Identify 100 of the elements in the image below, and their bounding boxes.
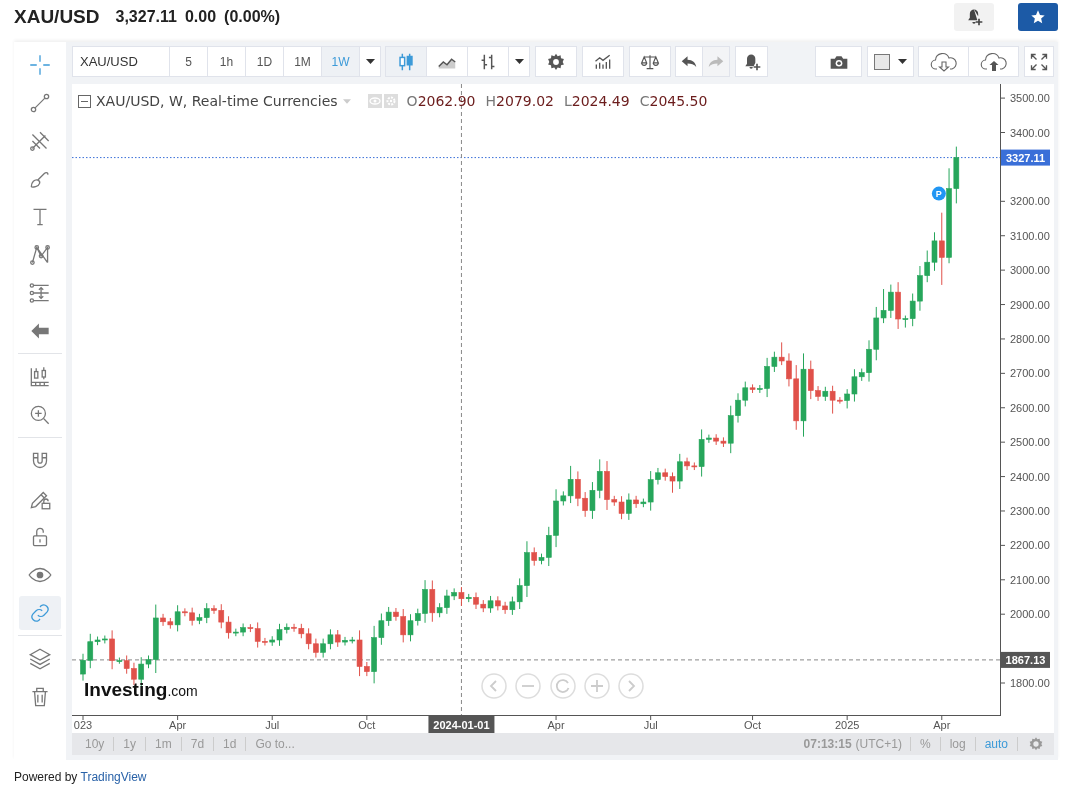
- symbol-title: XAU/USD: [14, 6, 100, 28]
- settings-button[interactable]: [535, 46, 577, 77]
- price-axis-label: 1800.00: [1010, 677, 1050, 689]
- caret-icon: [365, 59, 375, 64]
- price-axis-label: 2900.00: [1010, 298, 1050, 311]
- price-axis-label: 3000.00: [1010, 264, 1050, 277]
- candlestick: [626, 492, 632, 521]
- undo-button[interactable]: [675, 46, 703, 77]
- cloud-upload-icon: [979, 51, 1008, 72]
- time-axis-label: Jul: [265, 719, 280, 731]
- candlestick: [676, 453, 683, 490]
- cloud-download-icon: [929, 51, 958, 72]
- legend-value: 2024.49: [571, 93, 630, 109]
- last-price: 3,327.11: [115, 8, 177, 26]
- range-button[interactable]: 1d: [214, 737, 246, 751]
- interval-button[interactable]: 1D: [245, 46, 284, 77]
- price-axis-label: 3200.00: [1010, 195, 1050, 208]
- interval-button[interactable]: 1h: [207, 46, 246, 77]
- price-axis-label: 2200.00: [1010, 539, 1050, 552]
- chart-type-button[interactable]: [426, 46, 468, 77]
- range-button[interactable]: 1m: [146, 737, 181, 751]
- legend-title: XAU/USD, W, Real-time Currencies: [96, 93, 338, 109]
- time-axis-label: Oct: [358, 719, 376, 731]
- legend-value-label: L: [563, 93, 572, 109]
- settings-icon: [546, 51, 566, 72]
- symbol-field[interactable]: XAU/USD: [72, 46, 170, 77]
- time-axis-label: Apr: [169, 719, 187, 731]
- range-button[interactable]: 7d: [181, 737, 214, 751]
- interval-button[interactable]: 5: [169, 46, 208, 77]
- time-axis-label: Apr: [547, 719, 565, 731]
- range-button[interactable]: 1y: [114, 737, 146, 751]
- price-axis-label: 3500.00: [1010, 92, 1050, 105]
- scale-option-button[interactable]: %: [910, 737, 940, 751]
- price-axis-label: 2500.00: [1010, 436, 1050, 449]
- price-axis-label: 2800.00: [1010, 332, 1050, 345]
- tradingview-link[interactable]: TradingView: [80, 770, 147, 784]
- price-axis-label: 2300.00: [1010, 504, 1050, 517]
- add-alert-button[interactable]: [954, 3, 994, 31]
- legend-value-label: H: [485, 93, 497, 109]
- legend-value-label: C: [639, 93, 650, 109]
- settings-icon[interactable]: [1028, 736, 1044, 752]
- compare-button[interactable]: [629, 46, 671, 77]
- price-axis-label: 2700.00: [1010, 367, 1050, 380]
- price-axis-label: 2100.00: [1010, 573, 1050, 586]
- clock-time: 07:13:15: [803, 737, 852, 751]
- price-change-percent: (0.00%): [224, 8, 281, 26]
- indicators-button[interactable]: [582, 46, 624, 77]
- caret-icon: [898, 59, 907, 64]
- legend-value-label: O: [406, 93, 418, 109]
- alert-button[interactable]: [735, 46, 768, 77]
- marker-badge[interactable]: P: [931, 186, 946, 201]
- screenshot-button[interactable]: [815, 46, 862, 77]
- candlestick: [174, 604, 181, 632]
- favorite-button[interactable]: [1018, 3, 1058, 31]
- ref-line-label: 3327.11: [1005, 151, 1046, 164]
- interval-button[interactable]: 1W: [321, 46, 360, 77]
- scale-option-button[interactable]: log: [940, 737, 975, 751]
- link-tool-button[interactable]: [19, 596, 61, 630]
- candlestick: [109, 629, 115, 670]
- scale-option-button[interactable]: auto: [975, 737, 1017, 751]
- crosshair-time-tag: 2024-01-01: [428, 716, 495, 733]
- price-change: 0.00: [184, 8, 217, 26]
- star-icon: [1030, 9, 1046, 25]
- color-swatch-icon: [874, 53, 890, 70]
- caret-icon: [342, 98, 351, 104]
- legend-value: 2045.50: [649, 93, 708, 109]
- chart-type-button[interactable]: [467, 46, 509, 77]
- investing-logo: Investing.com: [84, 679, 198, 700]
- collapse-icon[interactable]: [78, 94, 91, 108]
- layers-icon: [27, 646, 53, 672]
- fullscreen-button[interactable]: [1024, 46, 1054, 77]
- save-to-cloud-button[interactable]: [968, 46, 1019, 77]
- price-axis-label: 3100.00: [1010, 229, 1050, 242]
- pattern-icon: [27, 242, 53, 268]
- time-axis-label: 2025: [834, 719, 860, 731]
- fullscreen-icon: [1029, 51, 1049, 72]
- powered-by-text: Powered by TradingView: [14, 770, 148, 784]
- time-axis-label: 023: [73, 719, 93, 731]
- price-axis-label: 3400.00: [1010, 126, 1050, 139]
- chart-type-dropdown-button[interactable]: [508, 46, 530, 77]
- crosshair-icon: [27, 52, 53, 78]
- candlestick: [429, 579, 436, 623]
- price-axis-label: 2000.00: [1010, 608, 1050, 621]
- time-axis-label: Oct: [744, 719, 762, 731]
- candlestick: [633, 495, 639, 509]
- color-dropdown-button[interactable]: [867, 46, 914, 77]
- legend-value: 2079.02: [496, 93, 554, 109]
- load-from-cloud-button[interactable]: [918, 46, 969, 77]
- caret-icon: [514, 59, 524, 64]
- interval-button[interactable]: 1M: [283, 46, 322, 77]
- legend-value: 2062.90: [417, 93, 476, 109]
- go-to-button[interactable]: Go to...: [246, 737, 304, 751]
- price-axis-label: 2400.00: [1010, 470, 1050, 483]
- candlestick: [531, 546, 538, 567]
- candlestick: [938, 212, 945, 286]
- price-axis-label: 2600.00: [1010, 401, 1050, 414]
- range-button[interactable]: 10y: [76, 737, 114, 751]
- interval-dropdown-button[interactable]: [359, 46, 381, 77]
- time-axis-label: Apr: [933, 719, 951, 731]
- timezone-label: (UTC+1): [855, 737, 902, 751]
